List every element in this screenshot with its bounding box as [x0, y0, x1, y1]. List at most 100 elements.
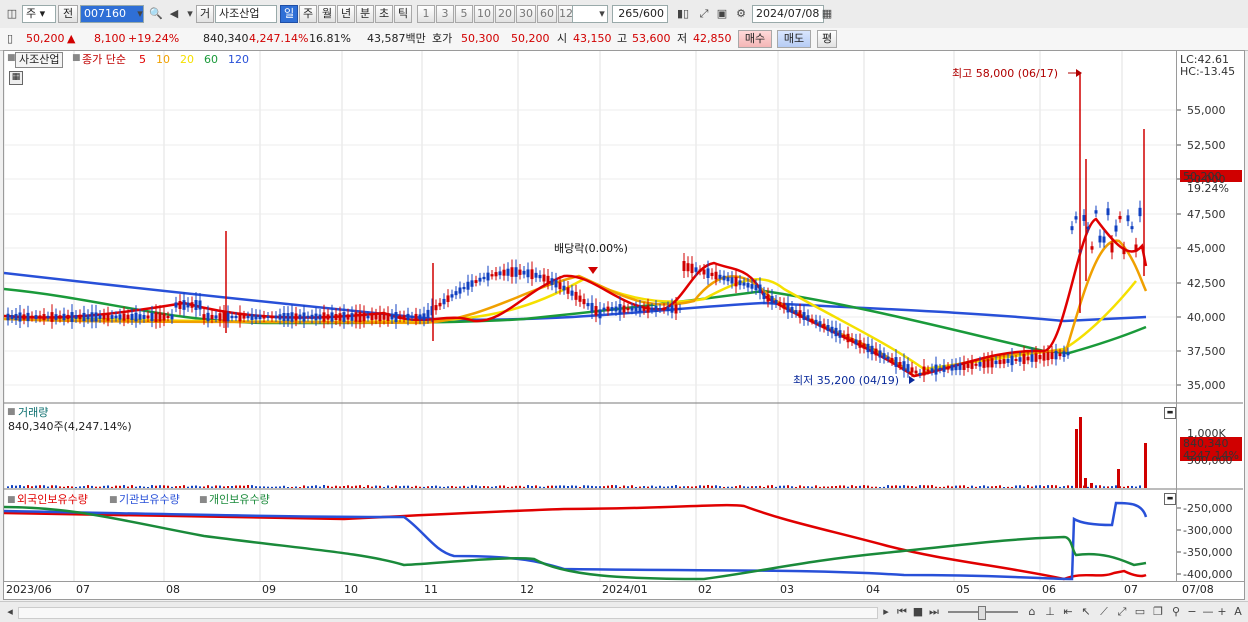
- period-button[interactable]: 월: [318, 5, 336, 23]
- volume-bar: [283, 485, 285, 488]
- font-size-icon[interactable]: A: [1230, 604, 1246, 620]
- zoom-slider-handle[interactable]: [978, 606, 986, 620]
- draw-line-icon[interactable]: ⟋: [1096, 604, 1112, 620]
- volume-bar: [115, 485, 117, 488]
- interval-button[interactable]: 5: [455, 5, 473, 23]
- volume-bar: [903, 485, 905, 488]
- market-type-select[interactable]: 주 ▾: [22, 5, 56, 23]
- volume-bar: [75, 486, 77, 488]
- volume-bar: [699, 485, 701, 488]
- volume-bar: [947, 485, 949, 488]
- candle-body: [338, 313, 342, 321]
- candle-body: [210, 314, 214, 320]
- volume-bar: [1117, 469, 1120, 488]
- avg-button[interactable]: 평: [817, 30, 837, 48]
- grid-toggle-icon[interactable]: ▦: [9, 71, 23, 85]
- zoom-out-icon[interactable]: −: [1184, 604, 1200, 620]
- exchange-button[interactable]: 거: [196, 5, 214, 23]
- interval-button[interactable]: 1: [417, 5, 435, 23]
- volume-bar: [247, 485, 249, 488]
- interval-button[interactable]: 60: [537, 5, 557, 23]
- box-icon[interactable]: ▭: [1132, 604, 1148, 620]
- volume-bar: [655, 486, 657, 488]
- chevron-down-icon[interactable]: ▾: [132, 6, 148, 22]
- period-button[interactable]: 초: [375, 5, 393, 23]
- rewind-icon[interactable]: ⇤: [1060, 604, 1076, 620]
- chart-area[interactable]: 최고 58,000 (06/17) 최저 35,200 (04/19) 배당락(…: [3, 50, 1177, 582]
- panel-close-icon[interactable]: ▬: [1164, 407, 1176, 419]
- volume-bar: [1011, 486, 1013, 488]
- trend-icon[interactable]: ⤢: [1114, 604, 1130, 620]
- forward-icon[interactable]: ⏭: [926, 604, 942, 620]
- date-axis[interactable]: 2023/06 07 08 09 10 11 12 2024/01 02 03 04 05 06 07 07…: [3, 582, 1245, 600]
- candle-body: [910, 367, 914, 373]
- volume-bar: [1075, 429, 1078, 488]
- candle-body: [62, 313, 66, 321]
- candle-body: [370, 313, 374, 321]
- volume-bar: [11, 485, 13, 488]
- window-icon[interactable]: ◫: [4, 6, 20, 22]
- candle-body: [402, 315, 406, 319]
- chevron-down-icon[interactable]: ▾: [594, 6, 610, 22]
- volume-bar: [351, 486, 353, 488]
- sell-button[interactable]: 매도: [777, 30, 811, 48]
- interval-button[interactable]: 20: [495, 5, 515, 23]
- ruler-icon[interactable]: ⊥: [1042, 604, 1058, 620]
- period-button[interactable]: 일: [280, 5, 298, 23]
- period-button[interactable]: 년: [337, 5, 355, 23]
- volume-bar: [299, 486, 301, 488]
- scroll-right-icon[interactable]: ▸: [878, 604, 894, 620]
- chart-svg[interactable]: 최고 58,000 (06/17) 최저 35,200 (04/19) 배당락(…: [4, 51, 1176, 581]
- volume-bar: [211, 486, 213, 488]
- calendar-icon[interactable]: ▦: [819, 6, 835, 22]
- candle-body: [70, 312, 74, 322]
- candle-body: [162, 313, 166, 321]
- buy-button[interactable]: 매수: [738, 30, 772, 48]
- prev-button[interactable]: 전: [58, 5, 78, 23]
- copy-icon[interactable]: ❐: [1150, 604, 1166, 620]
- interval-button[interactable]: 30: [516, 5, 536, 23]
- period-button[interactable]: 분: [356, 5, 374, 23]
- volume-bar: [559, 485, 561, 488]
- cursor-icon[interactable]: ↖: [1078, 604, 1094, 620]
- scroll-left-icon[interactable]: ◂: [2, 604, 18, 620]
- tool-icon[interactable]: ⌂: [1024, 604, 1040, 620]
- rewind-icon[interactable]: ⏮: [894, 604, 910, 620]
- candle-icon[interactable]: ▮▯: [675, 6, 691, 22]
- draw-tool-icon[interactable]: ⤢: [696, 6, 712, 22]
- volume-bar: [439, 486, 441, 488]
- scroll-track[interactable]: [18, 607, 878, 619]
- gear-icon[interactable]: ⚙: [733, 6, 749, 22]
- search-icon[interactable]: 🔍: [148, 6, 164, 22]
- magnify-icon[interactable]: ⚲: [1168, 604, 1184, 620]
- speaker-icon[interactable]: ◀: [166, 6, 182, 22]
- interval-button[interactable]: 3: [436, 5, 454, 23]
- candle-body: [1106, 208, 1110, 216]
- volume-bar: [235, 485, 237, 488]
- panel-close-icon[interactable]: ▬: [1164, 493, 1176, 505]
- save-icon[interactable]: ▣: [714, 6, 730, 22]
- zoom-in-icon[interactable]: +: [1214, 604, 1230, 620]
- y-axis[interactable]: LC:42.61 HC:-13.45 50,200 19.24% 840,340…: [1177, 50, 1245, 582]
- stock-title-box[interactable]: 사조산업: [15, 52, 64, 68]
- candle-body: [722, 275, 726, 281]
- candle-body: [822, 323, 826, 329]
- volume-bar: [711, 485, 713, 488]
- stop-icon[interactable]: ■: [910, 604, 926, 620]
- candle-body: [662, 307, 666, 311]
- volume-bar: [1007, 486, 1009, 488]
- candle-body: [646, 305, 650, 313]
- scroll-bar[interactable]: ◂ ▸ ⏮ ■ ⏭ ⌂ ⊥ ⇤ ↖ ⟋ ⤢ ▭ ❐ ⚲ − — + A: [0, 601, 1248, 622]
- candle-body: [218, 313, 222, 321]
- count-field[interactable]: 265/600: [612, 5, 668, 23]
- stock-name-field[interactable]: 사조산업: [215, 5, 277, 23]
- candle-body: [110, 315, 114, 319]
- interval-button[interactable]: 10: [474, 5, 494, 23]
- volume-bar: [139, 485, 141, 488]
- period-button[interactable]: 주: [299, 5, 317, 23]
- period-button[interactable]: 틱: [394, 5, 412, 23]
- volume-bar: [963, 485, 965, 488]
- date-input[interactable]: 2024/07/08: [752, 5, 824, 23]
- candle-body: [934, 364, 938, 375]
- volume-bar: [683, 486, 685, 488]
